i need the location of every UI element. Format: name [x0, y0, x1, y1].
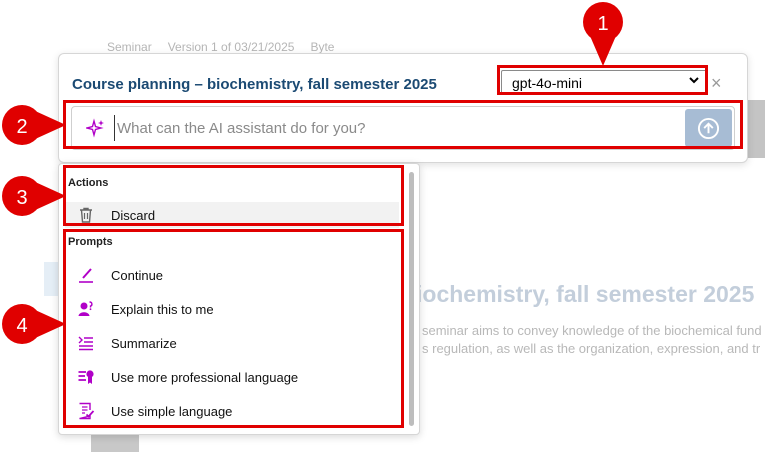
annotation-number: 1	[597, 13, 608, 35]
annotation-box-prompt	[63, 100, 743, 149]
menu-scrollbar-thumb[interactable]	[409, 172, 414, 426]
close-button[interactable]: ×	[711, 74, 722, 92]
annotation-box-actions	[63, 165, 404, 226]
annotation-number: 3	[16, 187, 27, 209]
annotation-marker-1: 1	[583, 2, 623, 66]
annotation-box-prompts	[63, 229, 404, 428]
document-meta: Seminar Version 1 of 03/21/2025 Byte	[107, 40, 334, 54]
document-paragraph-line: seminar aims to convey knowledge of the …	[422, 323, 762, 338]
doc-version: Version 1 of 03/21/2025	[167, 40, 295, 54]
document-heading: iochemistry, fall semester 2025	[416, 281, 755, 307]
annotation-number: 2	[16, 116, 27, 138]
annotation-number: 4	[16, 315, 27, 337]
doc-author: Byte	[310, 40, 335, 54]
doc-type: Seminar	[107, 40, 152, 54]
annotation-marker-2: 2	[2, 105, 66, 145]
annotation-marker-3: 3	[2, 176, 66, 216]
panel-title: Course planning – biochemistry, fall sem…	[72, 76, 437, 93]
document-paragraph-line: s regulation, as well as the organizatio…	[422, 341, 761, 356]
annotation-marker-4: 4	[2, 304, 66, 344]
